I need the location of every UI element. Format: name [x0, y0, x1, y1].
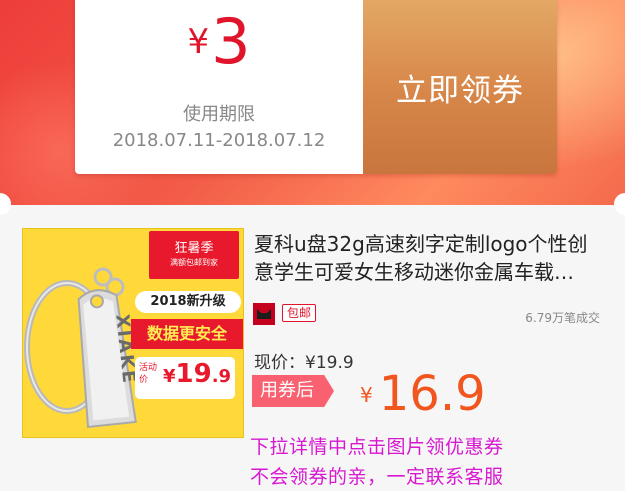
- coupon-ticket: ¥3 使用期限 2018.07.11-2018.07.12 立即领券: [75, 0, 557, 174]
- final-price-value: 16.9: [378, 366, 486, 422]
- final-currency: ¥: [360, 383, 373, 407]
- promo-price-tag: 活动价: [139, 363, 158, 385]
- validity-label: 使用期限: [183, 104, 255, 125]
- promo-badge-sub: 满额包邮到家: [170, 258, 218, 267]
- notice-line-2: 不会领券的亲，一定联系客服: [250, 466, 504, 488]
- product-title[interactable]: 夏科u盘32g高速刻字定制logo个性创意学生可爱女生移动迷你金属车载…: [254, 230, 600, 288]
- free-shipping-badge: 包邮: [282, 304, 317, 322]
- upgrade-label: 2018新升级: [135, 291, 241, 313]
- sales-count: 6.79万笔成交: [525, 311, 600, 325]
- after-coupon-tag: 用券后: [252, 375, 334, 407]
- promo-price-value: ¥19.9: [163, 359, 232, 389]
- safety-label: 数据更安全: [131, 319, 243, 349]
- current-price: 现价：¥19.9: [254, 353, 354, 373]
- notice-line-1: 下拉详情中点击图片领优惠券: [250, 436, 504, 458]
- product-image[interactable]: XIAKE 狂暑季 满额包邮到家 2018新升级 数据更安全 活动价 ¥19.9: [22, 228, 244, 438]
- claim-area: 立即领券: [363, 0, 557, 174]
- coupon-banner: ¥3 使用期限 2018.07.11-2018.07.12 立即领券: [0, 0, 625, 205]
- coupon-amount-value: 3: [211, 5, 251, 78]
- final-price: ¥16.9: [360, 366, 486, 422]
- coupon-currency: ¥: [187, 22, 210, 62]
- promo-badge-title: 狂暑季: [174, 241, 214, 256]
- tmall-cat-icon: [253, 303, 275, 325]
- coupon-info: ¥3 使用期限 2018.07.11-2018.07.12: [75, 0, 363, 174]
- promo-price: 活动价 ¥19.9: [135, 357, 235, 399]
- validity-range: 2018.07.11-2018.07.12: [112, 130, 326, 151]
- coupon-amount: ¥3: [75, 6, 363, 78]
- edge-notch: [614, 193, 625, 215]
- promo-badge: 狂暑季 满额包邮到家: [149, 231, 239, 279]
- claim-coupon-button[interactable]: 立即领券: [363, 0, 557, 174]
